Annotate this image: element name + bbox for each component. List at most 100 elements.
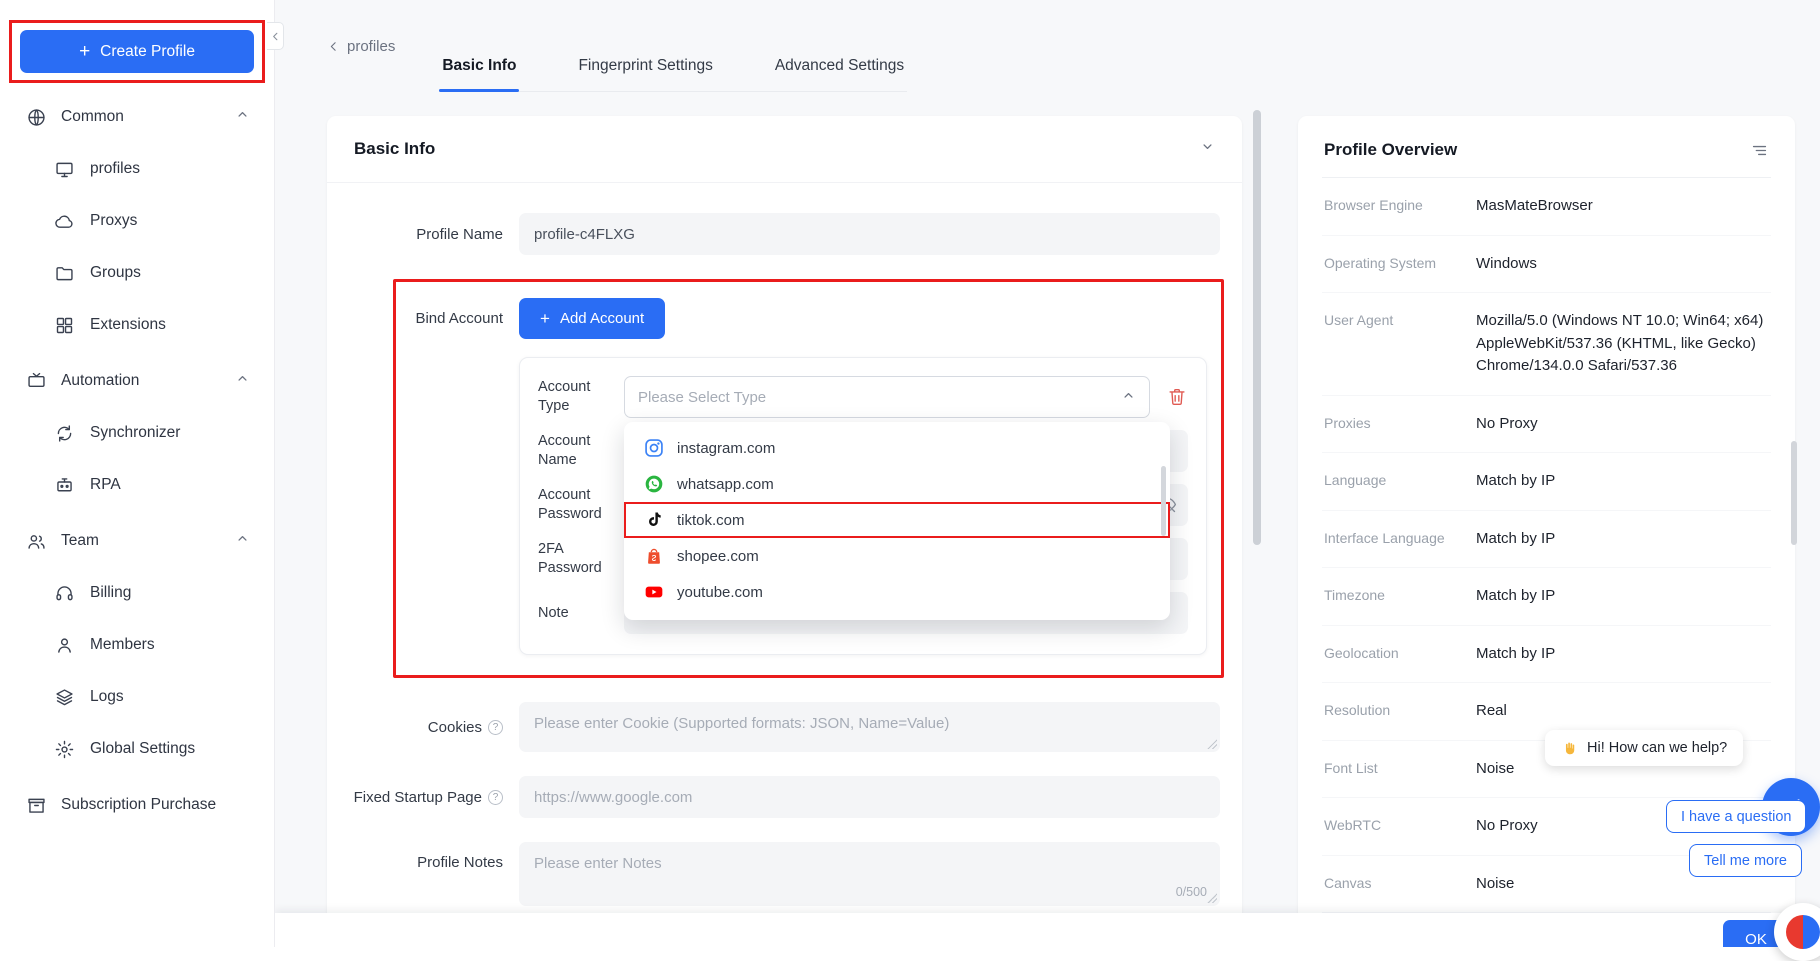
footer-bar: OK [275, 913, 1820, 947]
annotation-create-profile: + Create Profile [9, 20, 265, 83]
note-label: Note [538, 604, 624, 623]
tfa-password-label: 2FA Password [538, 540, 624, 578]
option-label: instagram.com [677, 440, 775, 457]
cookies-input[interactable] [519, 702, 1220, 752]
char-counter: 0/500 [1176, 885, 1207, 899]
main-scrollbar[interactable] [1253, 110, 1261, 545]
add-account-button[interactable]: + Add Account [519, 298, 665, 339]
option-label: tiktok.com [677, 512, 745, 529]
sidebar-item-label: Global Settings [90, 740, 195, 758]
automation-icon [26, 371, 47, 392]
cookies-field-wrap [519, 702, 1220, 752]
back-to-profiles[interactable]: profiles [327, 38, 395, 55]
overview-row-label: User Agent [1324, 310, 1476, 378]
sidebar-item-rpa[interactable]: RPA [0, 459, 274, 511]
sidebar-item-profiles[interactable]: profiles [0, 143, 274, 195]
startup-page-input[interactable] [519, 776, 1220, 818]
chevron-left-icon [327, 40, 340, 53]
chevron-down-icon[interactable] [1200, 139, 1215, 159]
sidebar-item-subscription-purchase[interactable]: Subscription Purchase [0, 779, 274, 831]
tab-basic-info[interactable]: Basic Info [439, 57, 519, 91]
cookies-label: Cookies ? [349, 719, 519, 736]
tab-advanced-settings[interactable]: Advanced Settings [772, 57, 907, 91]
form-column: Basic Info Profile Name Bind Account [327, 92, 1242, 947]
section-label: Automation [61, 372, 139, 390]
chevron-up-icon [235, 371, 250, 391]
delete-account-button[interactable] [1166, 386, 1188, 408]
overview-row: ProxiesNo Proxy [1322, 396, 1771, 454]
overview-row-value: Windows [1476, 253, 1769, 276]
profile-notes-label: Profile Notes [349, 842, 519, 871]
tiktok-icon [644, 510, 664, 530]
option-tiktok[interactable]: tiktok.com [624, 502, 1170, 538]
chat-launcher-button[interactable] [1774, 903, 1820, 961]
tab-fingerprint-settings[interactable]: Fingerprint Settings [575, 57, 715, 91]
account-name-label: Account Name [538, 432, 624, 470]
account-type-select[interactable]: Please Select Type [624, 376, 1150, 418]
chat-question-button[interactable]: I have a question [1666, 800, 1806, 833]
team-icon [26, 531, 47, 552]
account-password-label: Account Password [538, 486, 624, 524]
card-title: Basic Info [354, 139, 435, 159]
package-icon [26, 795, 47, 816]
sidebar-item-label: profiles [90, 160, 140, 178]
sidebar-item-members[interactable]: Members [0, 619, 274, 671]
resize-handle[interactable] [1207, 893, 1217, 903]
grid-icon [54, 315, 75, 336]
sidebar-item-logs[interactable]: Logs [0, 671, 274, 723]
sidebar-item-label: Billing [90, 584, 131, 602]
sidebar-section-automation[interactable]: Automation [0, 355, 274, 407]
option-youtube[interactable]: youtube.com [624, 574, 1170, 610]
filter-icon[interactable] [1750, 141, 1769, 160]
sidebar-section-team[interactable]: Team [0, 515, 274, 567]
sidebar-item-label: Members [90, 636, 155, 654]
sidebar-item-global-settings[interactable]: Global Settings [0, 723, 274, 775]
overview-row-value: Mozilla/5.0 (Windows NT 10.0; Win64; x64… [1476, 310, 1769, 378]
create-profile-button[interactable]: + Create Profile [20, 30, 254, 73]
annotation-bind-account: Bind Account + Add Account [393, 279, 1224, 678]
resize-handle[interactable] [1207, 739, 1217, 749]
chevron-up-icon [1121, 388, 1136, 407]
trash-icon [1166, 386, 1188, 408]
sidebar-item-synchronizer[interactable]: Synchronizer [0, 407, 274, 459]
sidebar-section-common[interactable]: Common [0, 91, 274, 143]
profile-name-input[interactable] [519, 213, 1220, 255]
sidebar-item-extensions[interactable]: Extensions [0, 299, 274, 351]
section-label: Common [61, 108, 124, 126]
overview-row: Browser EngineMasMateBrowser [1322, 178, 1771, 236]
overview-header: Profile Overview [1322, 116, 1771, 178]
overview-title: Profile Overview [1324, 140, 1457, 160]
main-content: profiles Basic Info Fingerprint Settings… [275, 0, 1820, 947]
sidebar-item-label: Proxys [90, 212, 137, 230]
option-label: whatsapp.com [677, 476, 774, 493]
profile-notes-wrap: 0/500 [519, 842, 1220, 906]
overview-row: TimezoneMatch by IP [1322, 568, 1771, 626]
profile-name-label: Profile Name [349, 226, 519, 243]
account-type-placeholder: Please Select Type [638, 389, 766, 406]
chat-greeting-bubble: Hi! How can we help? [1545, 730, 1743, 766]
overview-row-label: Resolution [1324, 700, 1476, 723]
sidebar-item-proxys[interactable]: Proxys [0, 195, 274, 247]
overview-row-value: Match by IP [1476, 643, 1769, 666]
option-instagram[interactable]: instagram.com [624, 430, 1170, 466]
overview-row-value: No Proxy [1476, 413, 1769, 436]
basic-info-form: Profile Name Bind Account + Add Account [327, 183, 1242, 947]
chat-tell-me-more-button[interactable]: Tell me more [1689, 844, 1802, 877]
sidebar-item-label: Groups [90, 264, 141, 282]
profile-notes-input[interactable] [519, 842, 1220, 888]
startup-page-label: Fixed Startup Page ? [349, 789, 519, 806]
chevron-up-icon [235, 531, 250, 551]
dropdown-scrollbar[interactable] [1161, 466, 1166, 536]
overview-row-value: Real [1476, 700, 1769, 723]
option-shopee[interactable]: shopee.com [624, 538, 1170, 574]
overview-scrollbar[interactable] [1791, 441, 1797, 545]
sidebar-item-billing[interactable]: Billing [0, 567, 274, 619]
overview-row: LanguageMatch by IP [1322, 453, 1771, 511]
whatsapp-icon [644, 474, 664, 494]
option-whatsapp[interactable]: whatsapp.com [624, 466, 1170, 502]
sidebar-collapse-button[interactable] [267, 22, 284, 50]
content-body: Basic Info Profile Name Bind Account [327, 92, 1820, 947]
sidebar-item-groups[interactable]: Groups [0, 247, 274, 299]
info-icon: ? [488, 790, 503, 805]
overview-row-label: Operating System [1324, 253, 1476, 276]
